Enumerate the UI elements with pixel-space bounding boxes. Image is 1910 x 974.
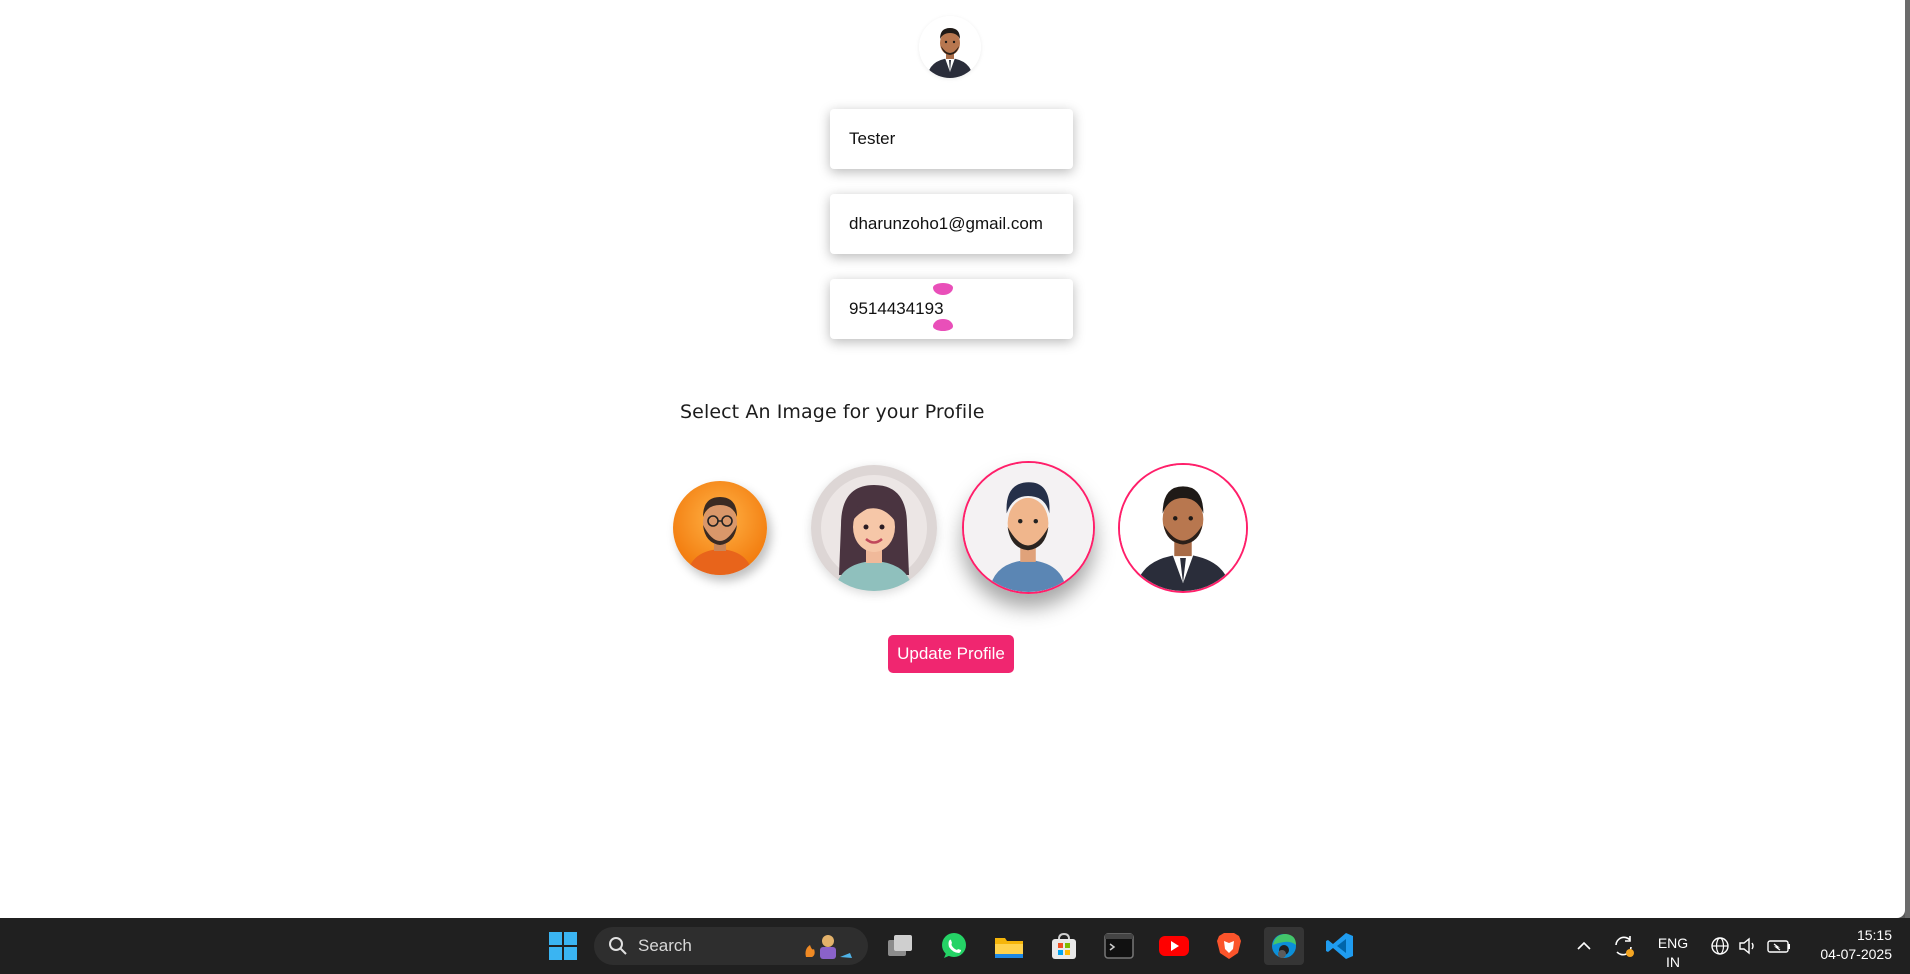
man-in-suit-icon [919,16,981,78]
avatar-option-2[interactable] [811,465,937,591]
windows-start-icon[interactable] [543,927,583,965]
window-edge [1905,0,1910,918]
chevron-up-icon[interactable] [1564,927,1604,965]
avatar-option-4[interactable] [1118,463,1248,593]
whatsapp-icon[interactable] [934,927,974,965]
quick-settings[interactable] [1698,927,1802,965]
profile-page: Select An Image for your Profile [0,0,1905,918]
clock[interactable]: 15:15 04-07-2025 [1802,926,1892,964]
email-field[interactable] [830,194,1073,254]
avatar-option-1[interactable] [673,481,767,575]
brave-icon[interactable] [1209,927,1249,965]
email-input[interactable] [849,214,1059,234]
language-indicator[interactable]: ENG IN [1650,934,1696,972]
terminal-icon[interactable] [1099,927,1139,965]
clock-time: 15:15 [1856,927,1892,943]
name-field[interactable] [830,109,1073,169]
current-avatar [919,16,981,78]
region-code: IN [1666,954,1680,970]
task-view-icon[interactable] [880,927,920,965]
sync-icon[interactable] [1604,927,1644,965]
edge-icon[interactable] [1264,927,1304,965]
network-volume-battery-icon [1711,937,1790,955]
name-input[interactable] [849,129,1059,149]
file-explorer-icon[interactable] [989,927,1029,965]
bearded-man-glasses-icon [673,481,767,575]
clock-date: 04-07-2025 [1820,946,1892,962]
update-profile-button[interactable]: Update Profile [888,635,1014,673]
vscode-icon[interactable] [1320,927,1360,965]
search-highlight-icon [805,935,852,959]
taskbar-search[interactable]: Search [594,927,868,965]
youtube-icon[interactable] [1154,927,1194,965]
avatar-select-label: Select An Image for your Profile [680,401,985,423]
bearded-man-icon [964,463,1093,592]
text-cursor-bottom-marker [933,319,953,331]
taskbar: Search ENG IN 15:15 04-07-2025 [0,918,1910,974]
language-code: ENG [1657,935,1689,951]
phone-input[interactable] [849,299,1059,319]
avatar-option-3[interactable] [962,461,1095,594]
woman-icon [811,465,937,591]
man-in-suit-icon [1120,465,1246,591]
search-icon [609,937,627,955]
microsoft-store-icon[interactable] [1044,927,1084,965]
search-placeholder: Search [638,936,692,955]
